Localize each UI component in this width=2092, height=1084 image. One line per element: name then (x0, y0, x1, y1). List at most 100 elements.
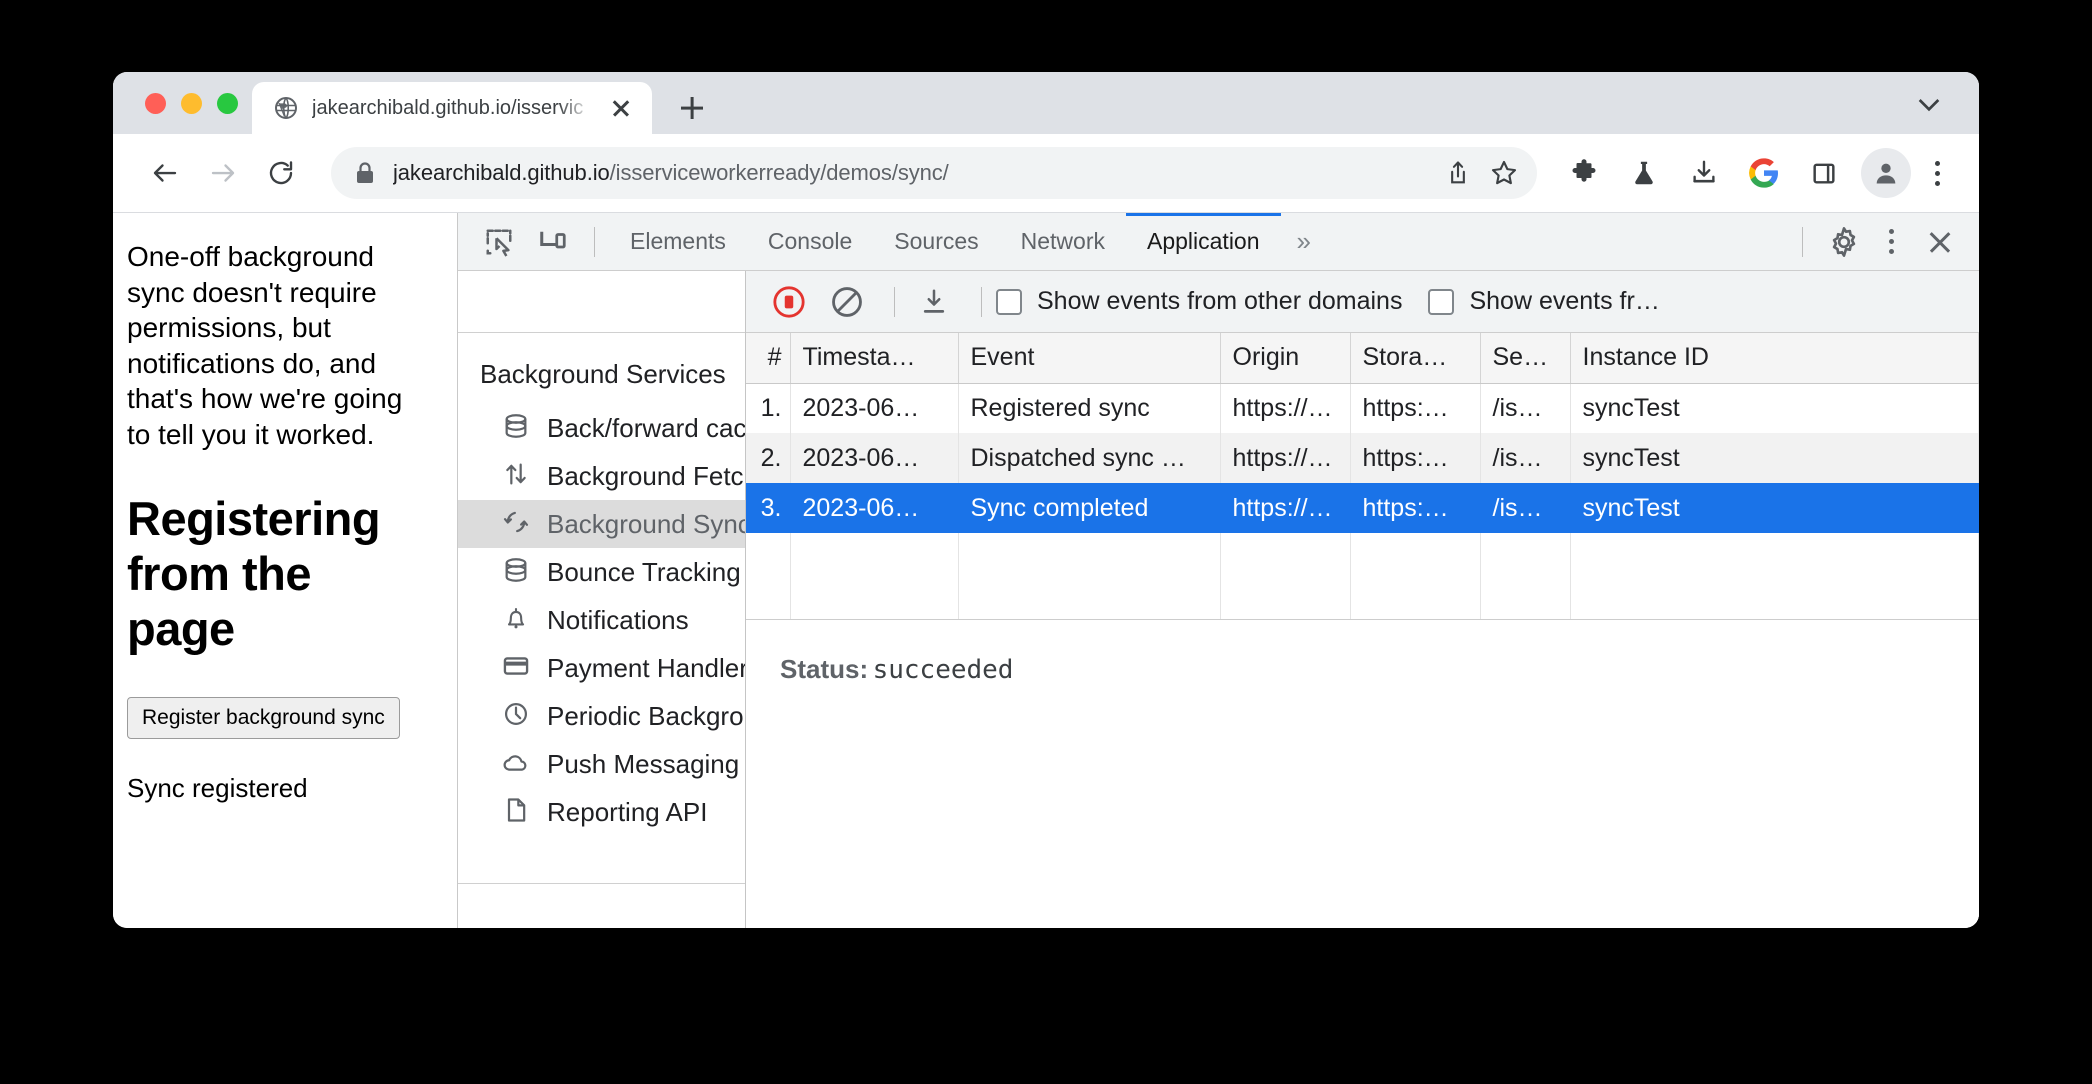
cell-service-worker: /is… (1480, 483, 1571, 533)
url-text: jakearchibald.github.io/isserviceworkerr… (393, 160, 1435, 186)
sidebar-item-background-sync[interactable]: Background Sync (458, 500, 745, 548)
close-icon[interactable] (606, 93, 636, 123)
puzzle-icon[interactable] (1557, 146, 1611, 200)
toolbar-divider (894, 286, 895, 317)
side-panel-icon[interactable] (1797, 146, 1851, 200)
avatar[interactable] (1861, 148, 1911, 198)
table-row[interactable]: 2. 2023-06… Dispatched sync … https://… … (746, 433, 1979, 483)
sidebar-item-bounce-tracking-mitigations[interactable]: Bounce Tracking Mi (458, 548, 745, 596)
share-icon[interactable] (1435, 150, 1481, 196)
cell-timestamp: 2023-06… (790, 433, 959, 483)
forward-arrow-icon[interactable] (197, 147, 249, 199)
database-icon (502, 556, 530, 589)
sidebar-item-label: Notifications (547, 604, 689, 635)
column-header-event[interactable]: Event (958, 333, 1221, 384)
column-header-instance-id[interactable]: Instance ID (1570, 333, 1979, 384)
back-arrow-icon[interactable] (139, 147, 191, 199)
star-icon[interactable] (1481, 150, 1527, 196)
toolbar-divider (594, 226, 595, 257)
record-stop-icon[interactable] (764, 277, 814, 327)
browser-toolbar: jakearchibald.github.io/isserviceworkerr… (113, 134, 1979, 212)
show-events-other-domains-checkbox[interactable]: Show events from other domains (996, 287, 1402, 316)
globe-icon (274, 96, 298, 120)
column-header-number[interactable]: # (746, 333, 791, 384)
tab-network[interactable]: Network (1000, 213, 1126, 271)
sidebar-item-label: Bounce Tracking Mi (547, 556, 745, 587)
sidebar-item-label: Payment Handler (547, 652, 745, 683)
cell-storage: https:… (1350, 433, 1481, 483)
more-tabs-icon[interactable]: » (1281, 213, 1327, 271)
maximize-window-button[interactable] (217, 92, 238, 114)
cell-timestamp: 2023-06… (790, 383, 959, 433)
chevron-down-icon[interactable] (1913, 88, 1945, 120)
save-download-icon[interactable] (909, 277, 959, 327)
tab-console[interactable]: Console (747, 213, 873, 271)
show-events-other-storage-checkbox[interactable]: Show events fr… (1428, 287, 1660, 316)
devtools-menu-icon[interactable] (1871, 215, 1911, 269)
google-icon[interactable] (1737, 146, 1791, 200)
lock-icon[interactable] (355, 161, 375, 185)
sidebar-item-periodic-background-sync[interactable]: Periodic Backgroun (458, 692, 745, 740)
cell-number: 2. (746, 433, 791, 483)
sidebar-group-title: Background Services (480, 359, 726, 389)
new-tab-button[interactable] (666, 82, 718, 134)
checkbox-box[interactable] (996, 288, 1022, 315)
background-services-toolbar: Show events from other domains Show even… (746, 271, 1979, 333)
status-label: Status: (780, 654, 869, 684)
kebab-menu-icon[interactable] (1917, 146, 1957, 200)
sidebar-item-payment-handler[interactable]: Payment Handler (458, 644, 745, 692)
sidebar-item-partial[interactable]: Cache Storage (502, 271, 720, 272)
close-devtools-icon[interactable] (1917, 219, 1963, 265)
sidebar-item-notifications[interactable]: Notifications (458, 596, 745, 644)
page-title: Registering from the page (127, 492, 381, 656)
sidebar-item-label: Periodic Backgroun (547, 700, 745, 731)
inspect-element-icon[interactable] (476, 219, 522, 265)
cell-empty (958, 533, 1221, 619)
window-content: One-off background sync doesn't require … (113, 212, 1979, 928)
url-path: /isserviceworkerready/demos/sync/ (609, 160, 949, 185)
column-header-service-worker[interactable]: Se… (1480, 333, 1571, 384)
sidebar-item-back-forward-cache[interactable]: Back/forward cache (458, 404, 745, 452)
minimize-window-button[interactable] (181, 92, 202, 114)
column-header-storage[interactable]: Stora… (1350, 333, 1481, 384)
sidebar-item-push-messaging[interactable]: Push Messaging (458, 740, 745, 788)
sidebar-item-reporting-api[interactable]: Reporting API (458, 788, 745, 836)
tab-title: jakearchibald.github.io/isservic (312, 96, 584, 119)
events-table: # Timesta… Event Origin Stora… Se… Insta… (746, 333, 1979, 619)
gear-icon[interactable] (1821, 219, 1867, 265)
cell-origin: https://… (1220, 383, 1351, 433)
table-empty-row (746, 533, 1979, 619)
address-bar[interactable]: jakearchibald.github.io/isserviceworkerr… (331, 147, 1537, 199)
reload-icon[interactable] (255, 147, 307, 199)
tab-sources[interactable]: Sources (873, 213, 999, 271)
table-row[interactable]: 3. 2023-06… Sync completed https://… htt… (746, 483, 1979, 533)
sidebar-item-label: Back/forward cache (547, 412, 745, 443)
devtools-tab-bar-actions (1788, 215, 1979, 269)
cell-event: Dispatched sync … (958, 433, 1221, 483)
cell-empty (746, 533, 791, 619)
cell-storage: https:… (1350, 383, 1481, 433)
close-window-button[interactable] (145, 92, 166, 114)
bell-icon (502, 604, 530, 637)
checkbox-label: Show events from other domains (1037, 287, 1403, 315)
cell-origin: https://… (1220, 483, 1351, 533)
browser-tab[interactable]: jakearchibald.github.io/isservic (252, 82, 652, 134)
clock-icon (502, 700, 530, 733)
download-icon[interactable] (1677, 146, 1731, 200)
tab-elements[interactable]: Elements (609, 213, 747, 271)
database-icon (502, 412, 530, 445)
device-toolbar-icon[interactable] (530, 219, 576, 265)
sidebar-item-background-fetch[interactable]: Background Fetch (458, 452, 745, 500)
cell-empty (1220, 533, 1351, 619)
cell-origin: https://… (1220, 433, 1351, 483)
column-header-timestamp[interactable]: Timesta… (790, 333, 959, 384)
table-row[interactable]: 1. 2023-06… Registered sync https://… ht… (746, 383, 1979, 433)
cell-instance-id: syncTest (1570, 433, 1979, 483)
clear-icon[interactable] (822, 277, 872, 327)
tab-application[interactable]: Application (1126, 213, 1281, 271)
column-header-origin[interactable]: Origin (1220, 333, 1351, 384)
toolbar-divider (1802, 226, 1803, 257)
flask-icon[interactable] (1617, 146, 1671, 200)
checkbox-box[interactable] (1428, 288, 1455, 315)
register-background-sync-button[interactable]: Register background sync (127, 697, 400, 740)
